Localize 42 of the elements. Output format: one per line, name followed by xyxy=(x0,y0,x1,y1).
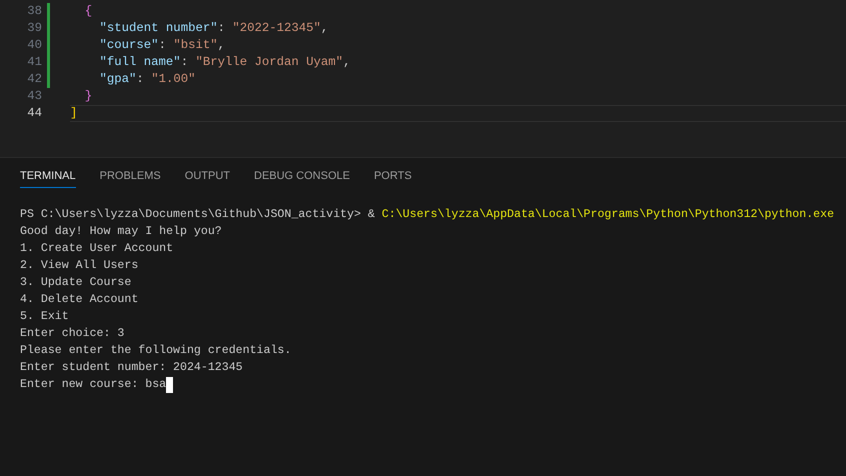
string-value: "2022-12345" xyxy=(232,20,321,38)
terminal-output: Good day! How may I help you? xyxy=(20,224,222,240)
terminal-prompt: PS C:\Users\lyzza\Documents\Github\JSON_activity> & xyxy=(20,207,376,223)
panel-tab[interactable]: TERMINAL xyxy=(20,168,76,188)
terminal-output: 5. Exit xyxy=(20,309,69,325)
line-number: 41 xyxy=(26,54,42,72)
terminal-output: Enter new course: bsa xyxy=(20,377,166,393)
terminal-output: 4. Delete Account xyxy=(20,292,138,308)
punctuation: : xyxy=(158,37,167,54)
brace: } xyxy=(84,88,92,106)
panel-tab[interactable]: PROBLEMS xyxy=(100,168,161,188)
line-number: 44 xyxy=(26,105,42,122)
punctuation: , xyxy=(343,54,350,72)
json-key: "student number" xyxy=(70,19,218,38)
terminal-output: Enter choice: 3 xyxy=(20,326,124,342)
panel-tab[interactable]: DEBUG CONSOLE xyxy=(254,168,350,188)
string-value: "bsit" xyxy=(173,37,218,54)
line-number: 42 xyxy=(26,71,42,88)
panel-tab[interactable]: PORTS xyxy=(374,168,412,188)
punctuation: : xyxy=(180,54,190,72)
terminal-output: 1. Create User Account xyxy=(20,241,174,257)
terminal-output: 3. Update Course xyxy=(20,275,132,291)
punctuation: , xyxy=(218,37,225,54)
json-key: "course" xyxy=(70,36,159,55)
line-number: 39 xyxy=(26,20,42,38)
terminal-output: 2. View All Users xyxy=(20,258,138,274)
json-key: "gpa" xyxy=(70,70,136,89)
terminal-output: Enter student number: 2024-12345 xyxy=(20,360,243,376)
line-number: 38 xyxy=(26,3,42,20)
bracket: ] xyxy=(70,105,78,122)
punctuation: , xyxy=(320,20,328,38)
line-number: 43 xyxy=(26,88,42,106)
json-key: "full name" xyxy=(70,53,181,72)
punctuation: : xyxy=(136,71,145,88)
string-value: "Brylle Jordan Uyam" xyxy=(195,54,344,72)
punctuation: : xyxy=(218,20,226,38)
brace: { xyxy=(84,3,92,20)
terminal-command: C:\Users\lyzza\AppData\Local\Programs\Python\Python312\python.exe xyxy=(382,207,834,223)
panel-tab[interactable]: OUTPUT xyxy=(184,168,230,188)
line-number: 40 xyxy=(26,37,42,54)
terminal-output: Please enter the following credentials. xyxy=(20,343,292,359)
string-value: "1.00" xyxy=(151,71,196,88)
